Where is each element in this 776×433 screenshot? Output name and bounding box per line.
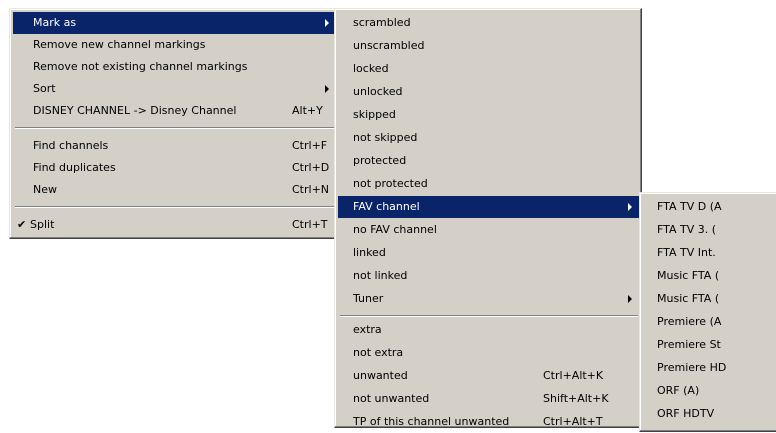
menu-item-shortcut: Ctrl+D (292, 161, 330, 174)
menu-item-label: not skipped (353, 131, 418, 144)
menu-item-unwanted[interactable]: unwanted Ctrl+Alt+K (338, 365, 640, 387)
menu-item-label: linked (353, 246, 386, 259)
menu-item-label: Remove not existing channel markings (33, 60, 248, 73)
menu-item-shortcut: Shift+Alt+K (543, 392, 609, 405)
menu-item-label: not unwanted (353, 392, 430, 405)
menu-item-label: Music FTA ( (657, 292, 720, 305)
menu-item-fav-list[interactable]: ORF (A) (643, 380, 776, 402)
menu-item-label: TP of this channel unwanted (353, 415, 510, 428)
menu-item-fav-list[interactable]: Music FTA ( (643, 265, 776, 287)
menu-item-protected[interactable]: protected (338, 150, 640, 172)
menu-item-shortcut: Ctrl+T (292, 218, 328, 231)
menu-item-rename-disney[interactable]: DISNEY CHANNEL -> Disney Channel Alt+Y (13, 100, 337, 122)
menu-item-label: Premiere HD (657, 361, 727, 374)
context-menu: Mark as Remove new channel markings Remo… (9, 8, 339, 239)
fav-channel-submenu: FTA TV D (A FTA TV 3. ( FTA TV Int. Musi… (639, 192, 776, 432)
menu-item-fav-list[interactable]: Premiere (A (643, 311, 776, 333)
menu-item-shortcut: Ctrl+Alt+T (543, 415, 603, 428)
submenu-arrow-icon (325, 85, 329, 93)
menu-item-shortcut: Alt+Y (292, 104, 323, 117)
menu-item-not-protected[interactable]: not protected (338, 173, 640, 195)
menu-item-label: FTA TV Int. (657, 246, 716, 259)
menu-item-linked[interactable]: linked (338, 242, 640, 264)
menu-item-label: skipped (353, 108, 396, 121)
menu-item-label: Find channels (33, 139, 109, 152)
menu-item-label: Mark as (33, 16, 77, 29)
menu-item-not-extra[interactable]: not extra (338, 342, 640, 364)
menu-item-find-duplicates[interactable]: Find duplicates Ctrl+D (13, 157, 337, 179)
menu-item-label: unwanted (353, 369, 408, 382)
menu-item-label: scrambled (353, 16, 411, 29)
menu-item-label: FTA TV D (A (657, 200, 722, 213)
menu-item-label: Remove new channel markings (33, 38, 206, 51)
menu-item-label: ORF HDTV (657, 407, 715, 420)
menu-item-unlocked[interactable]: unlocked (338, 81, 640, 103)
menu-item-label: Music FTA ( (657, 269, 720, 282)
menu-item-tp-unwanted[interactable]: TP of this channel unwanted Ctrl+Alt+T (338, 411, 640, 433)
menu-item-locked[interactable]: locked (338, 58, 640, 80)
menu-item-label: Split (30, 218, 55, 231)
menu-item-label: unlocked (353, 85, 403, 98)
menu-item-fav-list[interactable]: Music FTA ( (643, 288, 776, 310)
menu-item-label: Sort (33, 82, 56, 95)
menu-item-fav-list[interactable]: FTA TV 3. ( (643, 219, 776, 241)
mark-as-submenu: scrambled unscrambled locked unlocked sk… (334, 8, 642, 428)
checkmark-icon: ✔ (17, 218, 27, 231)
menu-item-label: no FAV channel (353, 223, 437, 236)
menu-item-label: FTA TV 3. ( (657, 223, 717, 236)
menu-item-extra[interactable]: extra (338, 319, 640, 341)
menu-item-fav-list[interactable]: FTA TV D (A (643, 196, 776, 218)
menu-separator (340, 315, 638, 317)
menu-item-label: locked (353, 62, 389, 75)
menu-item-fav-list[interactable]: FTA TV Int. (643, 242, 776, 264)
menu-item-shortcut: Ctrl+Alt+K (543, 369, 604, 382)
menu-item-label: Premiere St (657, 338, 721, 351)
menu-item-not-unwanted[interactable]: not unwanted Shift+Alt+K (338, 388, 640, 410)
menu-item-scrambled[interactable]: scrambled (338, 12, 640, 34)
menu-item-not-skipped[interactable]: not skipped (338, 127, 640, 149)
submenu-arrow-icon (325, 19, 329, 27)
menu-item-split[interactable]: ✔ Split Ctrl+T (13, 214, 337, 236)
menu-item-label: Find duplicates (33, 161, 116, 174)
menu-item-fav-list[interactable]: Premiere St (643, 334, 776, 356)
menu-item-skipped[interactable]: skipped (338, 104, 640, 126)
menu-item-no-fav-channel[interactable]: no FAV channel (338, 219, 640, 241)
menu-item-fav-list[interactable]: ORF HDTV (643, 403, 776, 425)
menu-item-find-channels[interactable]: Find channels Ctrl+F (13, 135, 337, 157)
menu-item-label: protected (353, 154, 407, 167)
submenu-arrow-icon (628, 203, 632, 211)
menu-item-label: Tuner (353, 292, 384, 305)
menu-item-label: ORF (A) (657, 384, 700, 397)
menu-item-label: extra (353, 323, 382, 336)
menu-item-not-linked[interactable]: not linked (338, 265, 640, 287)
menu-separator (15, 127, 335, 129)
menu-item-remove-not-existing-markings[interactable]: Remove not existing channel markings (13, 56, 337, 78)
menu-item-label: FAV channel (353, 200, 420, 213)
menu-item-fav-list[interactable]: Premiere HD (643, 357, 776, 379)
menu-item-mark-as[interactable]: Mark as (13, 12, 337, 34)
menu-item-label: not protected (353, 177, 428, 190)
menu-item-label: New (33, 183, 57, 196)
menu-item-label: not extra (353, 346, 404, 359)
submenu-arrow-icon (628, 295, 632, 303)
menu-item-sort[interactable]: Sort (13, 78, 337, 100)
menu-item-tuner[interactable]: Tuner (338, 288, 640, 310)
menu-item-label: Premiere (A (657, 315, 722, 328)
menu-item-shortcut: Ctrl+F (292, 139, 328, 152)
menu-separator (15, 206, 335, 208)
menu-item-new[interactable]: New Ctrl+N (13, 179, 337, 201)
menu-item-label: DISNEY CHANNEL -> Disney Channel (33, 104, 237, 117)
menu-item-label: unscrambled (353, 39, 425, 52)
menu-item-fav-channel[interactable]: FAV channel (338, 196, 640, 218)
menu-item-unscrambled[interactable]: unscrambled (338, 35, 640, 57)
menu-item-label: not linked (353, 269, 408, 282)
menu-item-shortcut: Ctrl+N (292, 183, 330, 196)
menu-item-remove-new-markings[interactable]: Remove new channel markings (13, 34, 337, 56)
